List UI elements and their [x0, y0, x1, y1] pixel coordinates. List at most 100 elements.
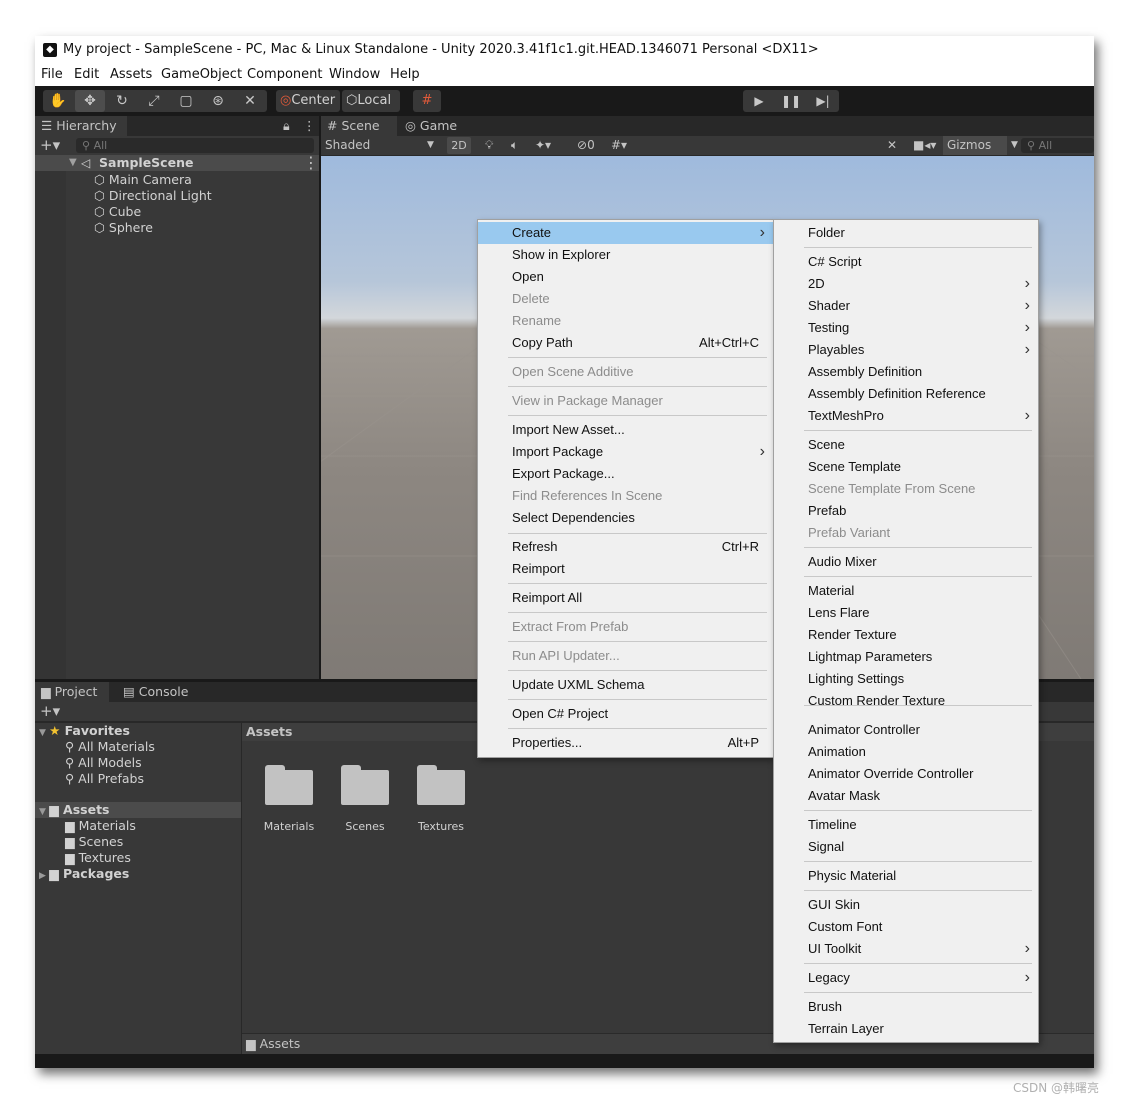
scene-kebab-icon[interactable]: ⋮ [303, 155, 319, 171]
menu-item[interactable]: Assembly Definition [774, 361, 1038, 383]
menu-item[interactable]: Refresh Ctrl+R [478, 536, 773, 558]
rotate-tool-icon[interactable]: ↻ [107, 90, 137, 112]
menu-item[interactable]: UI Toolkit › [774, 938, 1038, 960]
menu-item[interactable]: Import Package › [478, 441, 773, 463]
lighting-toggle-icon[interactable]: 💡︎ [485, 136, 493, 155]
menu-item[interactable]: Avatar Mask [774, 785, 1038, 807]
hierarchy-item[interactable]: ⬡ Sphere [94, 220, 153, 236]
hierarchy-item[interactable]: ⬡ Directional Light [94, 188, 212, 204]
menu-item[interactable]: View in Package Manager [478, 390, 773, 412]
menu-item[interactable]: Lighting Settings [774, 668, 1038, 690]
favorite-item[interactable]: ⚲ All Models [65, 755, 142, 771]
menu-item[interactable]: Select Dependencies [478, 507, 773, 529]
hidden-objects-icon[interactable]: ⊘0 [577, 136, 595, 155]
folder-item[interactable]: ▆ Scenes [65, 834, 123, 850]
menu-gameobject[interactable]: GameObject [161, 67, 242, 82]
menu-item[interactable]: Scene [774, 434, 1038, 456]
menu-window[interactable]: Window [329, 67, 380, 82]
menu-file[interactable]: File [41, 67, 63, 82]
menu-item[interactable]: Signal [774, 836, 1038, 858]
menu-item[interactable]: Terrain Layer [774, 1018, 1038, 1040]
hierarchy-item[interactable]: ⬡ Cube [94, 204, 141, 220]
menu-item[interactable]: Open [478, 266, 773, 288]
folder-icon[interactable] [341, 765, 389, 805]
scene-search-input[interactable]: ⚲ All [1021, 138, 1094, 153]
menu-item[interactable]: Rename [478, 310, 773, 332]
menu-help[interactable]: Help [390, 67, 420, 82]
menu-item[interactable]: Find References In Scene [478, 485, 773, 507]
menu-item[interactable]: Prefab Variant [774, 522, 1038, 544]
menu-item[interactable]: Animation [774, 741, 1038, 763]
shading-mode-dropdown[interactable]: Shaded ▼ [321, 136, 441, 155]
menu-item[interactable]: GUI Skin [774, 894, 1038, 916]
hand-tool-icon[interactable]: ✋ [43, 90, 73, 112]
tab-project[interactable]: ▆ Project [35, 682, 109, 702]
custom-tool-icon[interactable]: ✕ [235, 90, 265, 112]
folder-icon[interactable] [417, 765, 465, 805]
menu-item[interactable]: Update UXML Schema [478, 674, 773, 696]
favorite-item[interactable]: ⚲ All Materials [65, 739, 155, 755]
menu-item[interactable]: Scene Template From Scene [774, 478, 1038, 500]
packages-folder[interactable]: ▶ ▆ Packages [39, 866, 129, 882]
menu-item[interactable]: Prefab [774, 500, 1038, 522]
play-icon[interactable]: ▶ [743, 90, 775, 112]
tab-console[interactable]: ▤ Console [117, 682, 197, 702]
pivot-center-toggle[interactable]: ◎Center [276, 90, 340, 112]
tools-icon[interactable]: ✕ [887, 136, 897, 155]
menu-item[interactable]: Animator Override Controller [774, 763, 1038, 785]
add-object-button[interactable]: +▾ [40, 136, 60, 154]
menu-item[interactable]: Assembly Definition Reference [774, 383, 1038, 405]
gizmos-chevron-icon[interactable]: ▼ [1011, 136, 1018, 155]
tab-hierarchy[interactable]: ☰ Hierarchy [35, 116, 127, 136]
menu-item[interactable]: Properties... Alt+P [478, 732, 773, 754]
folder-item[interactable]: ▆ Textures [65, 850, 131, 866]
menu-item[interactable]: Folder [774, 222, 1038, 244]
menu-item[interactable]: Extract From Prefab [478, 616, 773, 638]
foldout-arrow-icon[interactable]: ▼ [69, 155, 77, 171]
tab-game[interactable]: ◎ Game [399, 116, 469, 136]
menu-item[interactable]: Render Texture [774, 624, 1038, 646]
menu-item[interactable]: Testing › [774, 317, 1038, 339]
menu-item[interactable]: Scene Template [774, 456, 1038, 478]
folder-item[interactable]: ▆ Materials [65, 818, 136, 834]
menu-item[interactable]: Lens Flare [774, 602, 1038, 624]
move-tool-icon[interactable]: ✥ [75, 90, 105, 112]
assets-folder[interactable]: ▼ ▆ Assets [39, 802, 109, 818]
menu-item[interactable]: Reimport [478, 558, 773, 580]
menu-item[interactable]: Import New Asset... [478, 419, 773, 441]
kebab-menu-icon[interactable]: ⋮ [303, 116, 316, 136]
menu-item[interactable]: 2D › [774, 273, 1038, 295]
folder-icon[interactable] [265, 765, 313, 805]
hierarchy-search-input[interactable]: ⚲ All [76, 138, 314, 153]
menu-assets[interactable]: Assets [110, 67, 152, 82]
transform-tool-icon[interactable]: ⊛ [203, 90, 233, 112]
menu-item[interactable]: Animator Controller [774, 719, 1038, 741]
favorites-header[interactable]: ▼ ★ Favorites [39, 723, 130, 739]
menu-item[interactable]: Audio Mixer [774, 551, 1038, 573]
scale-tool-icon[interactable]: ⤢ [139, 90, 169, 112]
camera-icon[interactable]: ■◂▾ [913, 136, 936, 155]
menu-item[interactable]: Run API Updater... [478, 645, 773, 667]
create-asset-button[interactable]: +▾ [40, 702, 60, 720]
menu-item[interactable]: Delete [478, 288, 773, 310]
grid-toggle-icon[interactable]: #▾ [611, 136, 627, 155]
menu-item[interactable]: Physic Material [774, 865, 1038, 887]
favorite-item[interactable]: ⚲ All Prefabs [65, 771, 144, 787]
menu-item[interactable]: Brush [774, 996, 1038, 1018]
audio-toggle-icon[interactable]: 🔈︎ [511, 136, 518, 155]
rect-tool-icon[interactable]: ▢ [171, 90, 201, 112]
menu-item[interactable]: Shader › [774, 295, 1038, 317]
menu-item[interactable]: TextMeshPro › [774, 405, 1038, 427]
menu-item[interactable]: Custom Render Texture [774, 690, 1038, 712]
grid-snap-button[interactable]: # [413, 90, 441, 112]
tab-scene[interactable]: # Scene [321, 116, 397, 136]
menu-item[interactable]: Reimport All [478, 587, 773, 609]
pause-icon[interactable]: ❚❚ [775, 90, 807, 112]
menu-item[interactable]: Show in Explorer [478, 244, 773, 266]
menu-item[interactable]: Playables › [774, 339, 1038, 361]
menu-item[interactable]: Create › [478, 222, 773, 244]
scene-row[interactable]: ▼ ◁ SampleScene ⋮ [35, 155, 319, 171]
menu-item[interactable]: C# Script [774, 251, 1038, 273]
menu-item[interactable]: Custom Font [774, 916, 1038, 938]
menu-item[interactable]: Timeline [774, 814, 1038, 836]
